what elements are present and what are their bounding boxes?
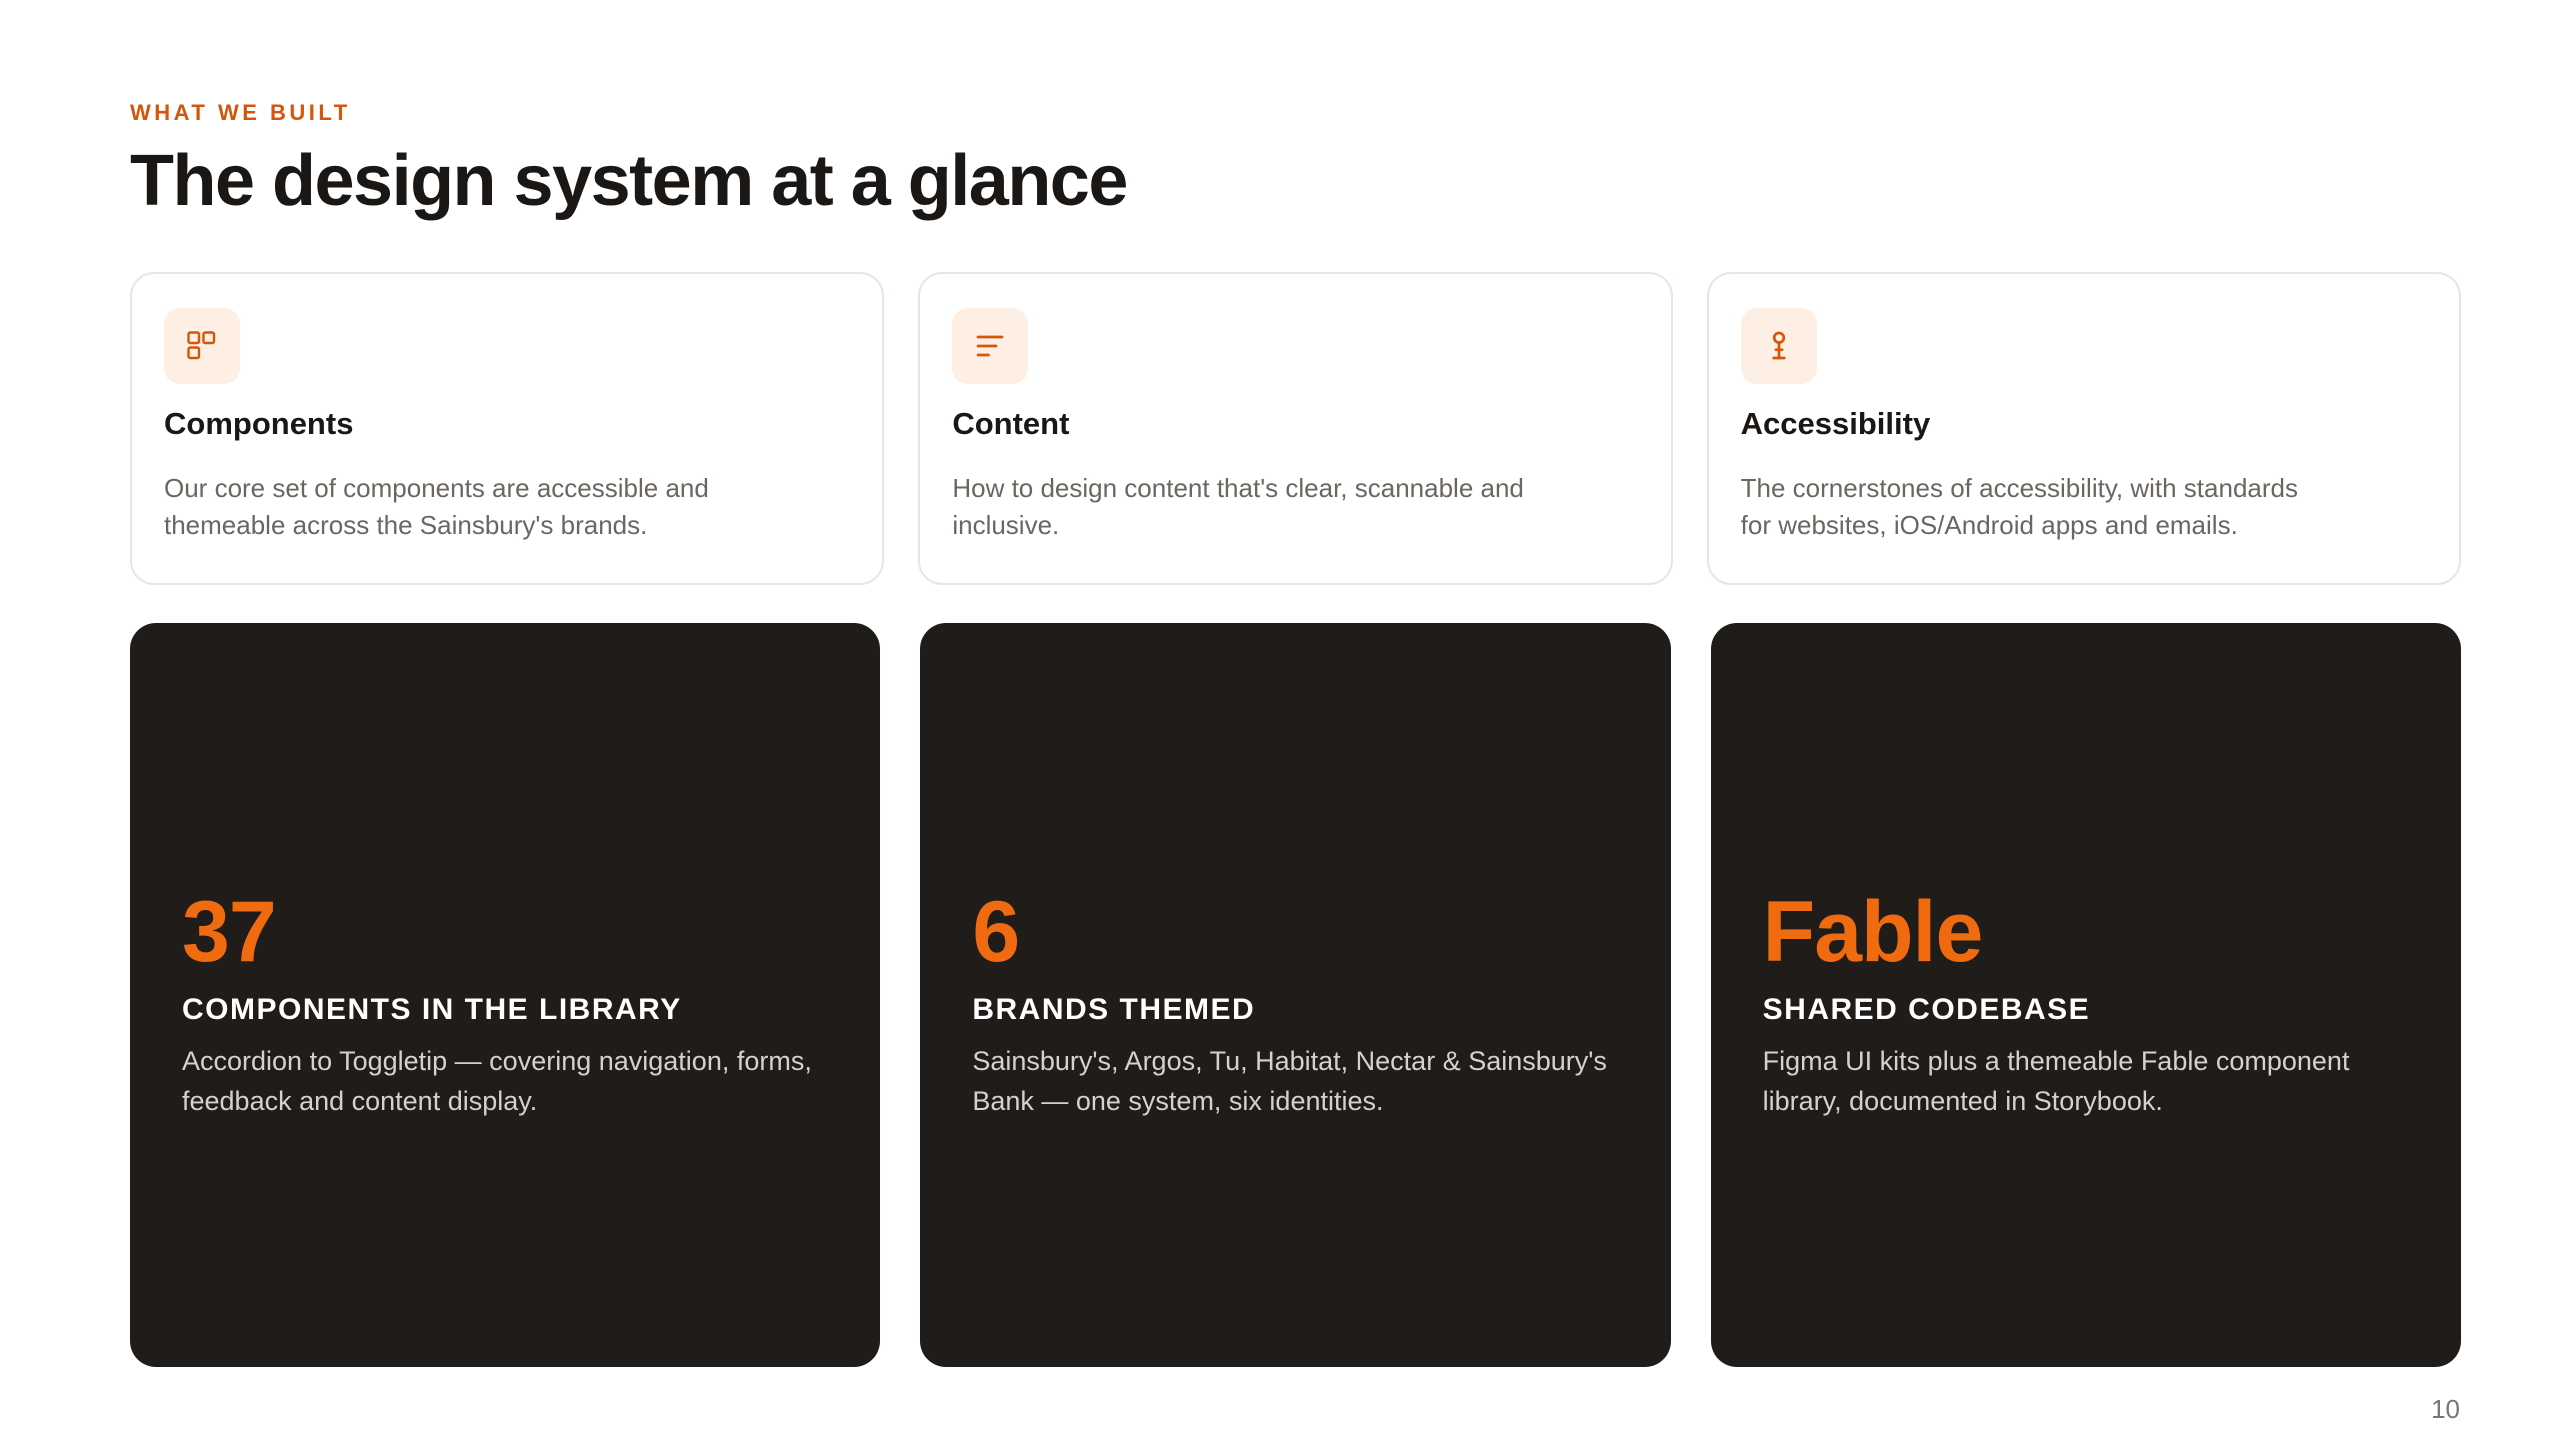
feature-cards: Components Our core set of components ar… xyxy=(130,272,2461,585)
feature-card-content: Content How to design content that's cle… xyxy=(918,272,1673,585)
stat-value: 6 xyxy=(972,884,1020,980)
content-lines-icon xyxy=(976,335,1004,357)
feature-title: Content xyxy=(952,406,1070,441)
stat-label: SHARED CODEBASE xyxy=(1762,993,2091,1026)
components-icon xyxy=(187,331,216,360)
eyebrow-label: WHAT WE BUILT xyxy=(130,100,351,125)
stat-card-components: 37 COMPONENTS IN THE LIBRARY Accordion t… xyxy=(130,623,881,1367)
stat-description: Accordion to Toggletip — covering naviga… xyxy=(182,1046,812,1116)
stat-description: Sainsbury's, Argos, Tu, Habitat, Nectar … xyxy=(972,1046,1607,1116)
page-title: The design system at a glance xyxy=(130,141,1128,221)
stat-cards: 37 COMPONENTS IN THE LIBRARY Accordion t… xyxy=(130,623,2461,1367)
stat-label: BRANDS THEMED xyxy=(972,993,1256,1026)
feature-description: How to design content that's clear, scan… xyxy=(952,473,1524,540)
feature-title: Accessibility xyxy=(1740,406,1931,441)
feature-title: Components xyxy=(164,406,354,441)
icon-tile xyxy=(952,308,1029,384)
stat-description: Figma UI kits plus a themeable Fable com… xyxy=(1762,1046,2350,1116)
stat-value: Fable xyxy=(1762,884,1984,980)
accessibility-pin-icon xyxy=(1772,331,1786,360)
stat-label: COMPONENTS IN THE LIBRARY xyxy=(182,993,682,1026)
feature-description: Our core set of components are accessibl… xyxy=(164,473,709,540)
feature-description: The cornerstones of accessibility, with … xyxy=(1740,473,2298,540)
icon-tile xyxy=(164,308,240,384)
stat-card-codebase: Fable SHARED CODEBASE Figma UI kits plus… xyxy=(1710,623,2461,1367)
icon-tile xyxy=(1740,308,1817,384)
stat-value: 37 xyxy=(182,884,277,980)
feature-card-accessibility: Accessibility The cornerstones of access… xyxy=(1706,272,2461,585)
stat-card-brands: 6 BRANDS THEMED Sainsbury's, Argos, Tu, … xyxy=(920,623,1671,1367)
feature-card-components: Components Our core set of components ar… xyxy=(130,272,885,585)
slide: WHAT WE BUILT The design system at a gla… xyxy=(0,0,2560,1440)
page-number: 10 xyxy=(2431,1394,2460,1424)
